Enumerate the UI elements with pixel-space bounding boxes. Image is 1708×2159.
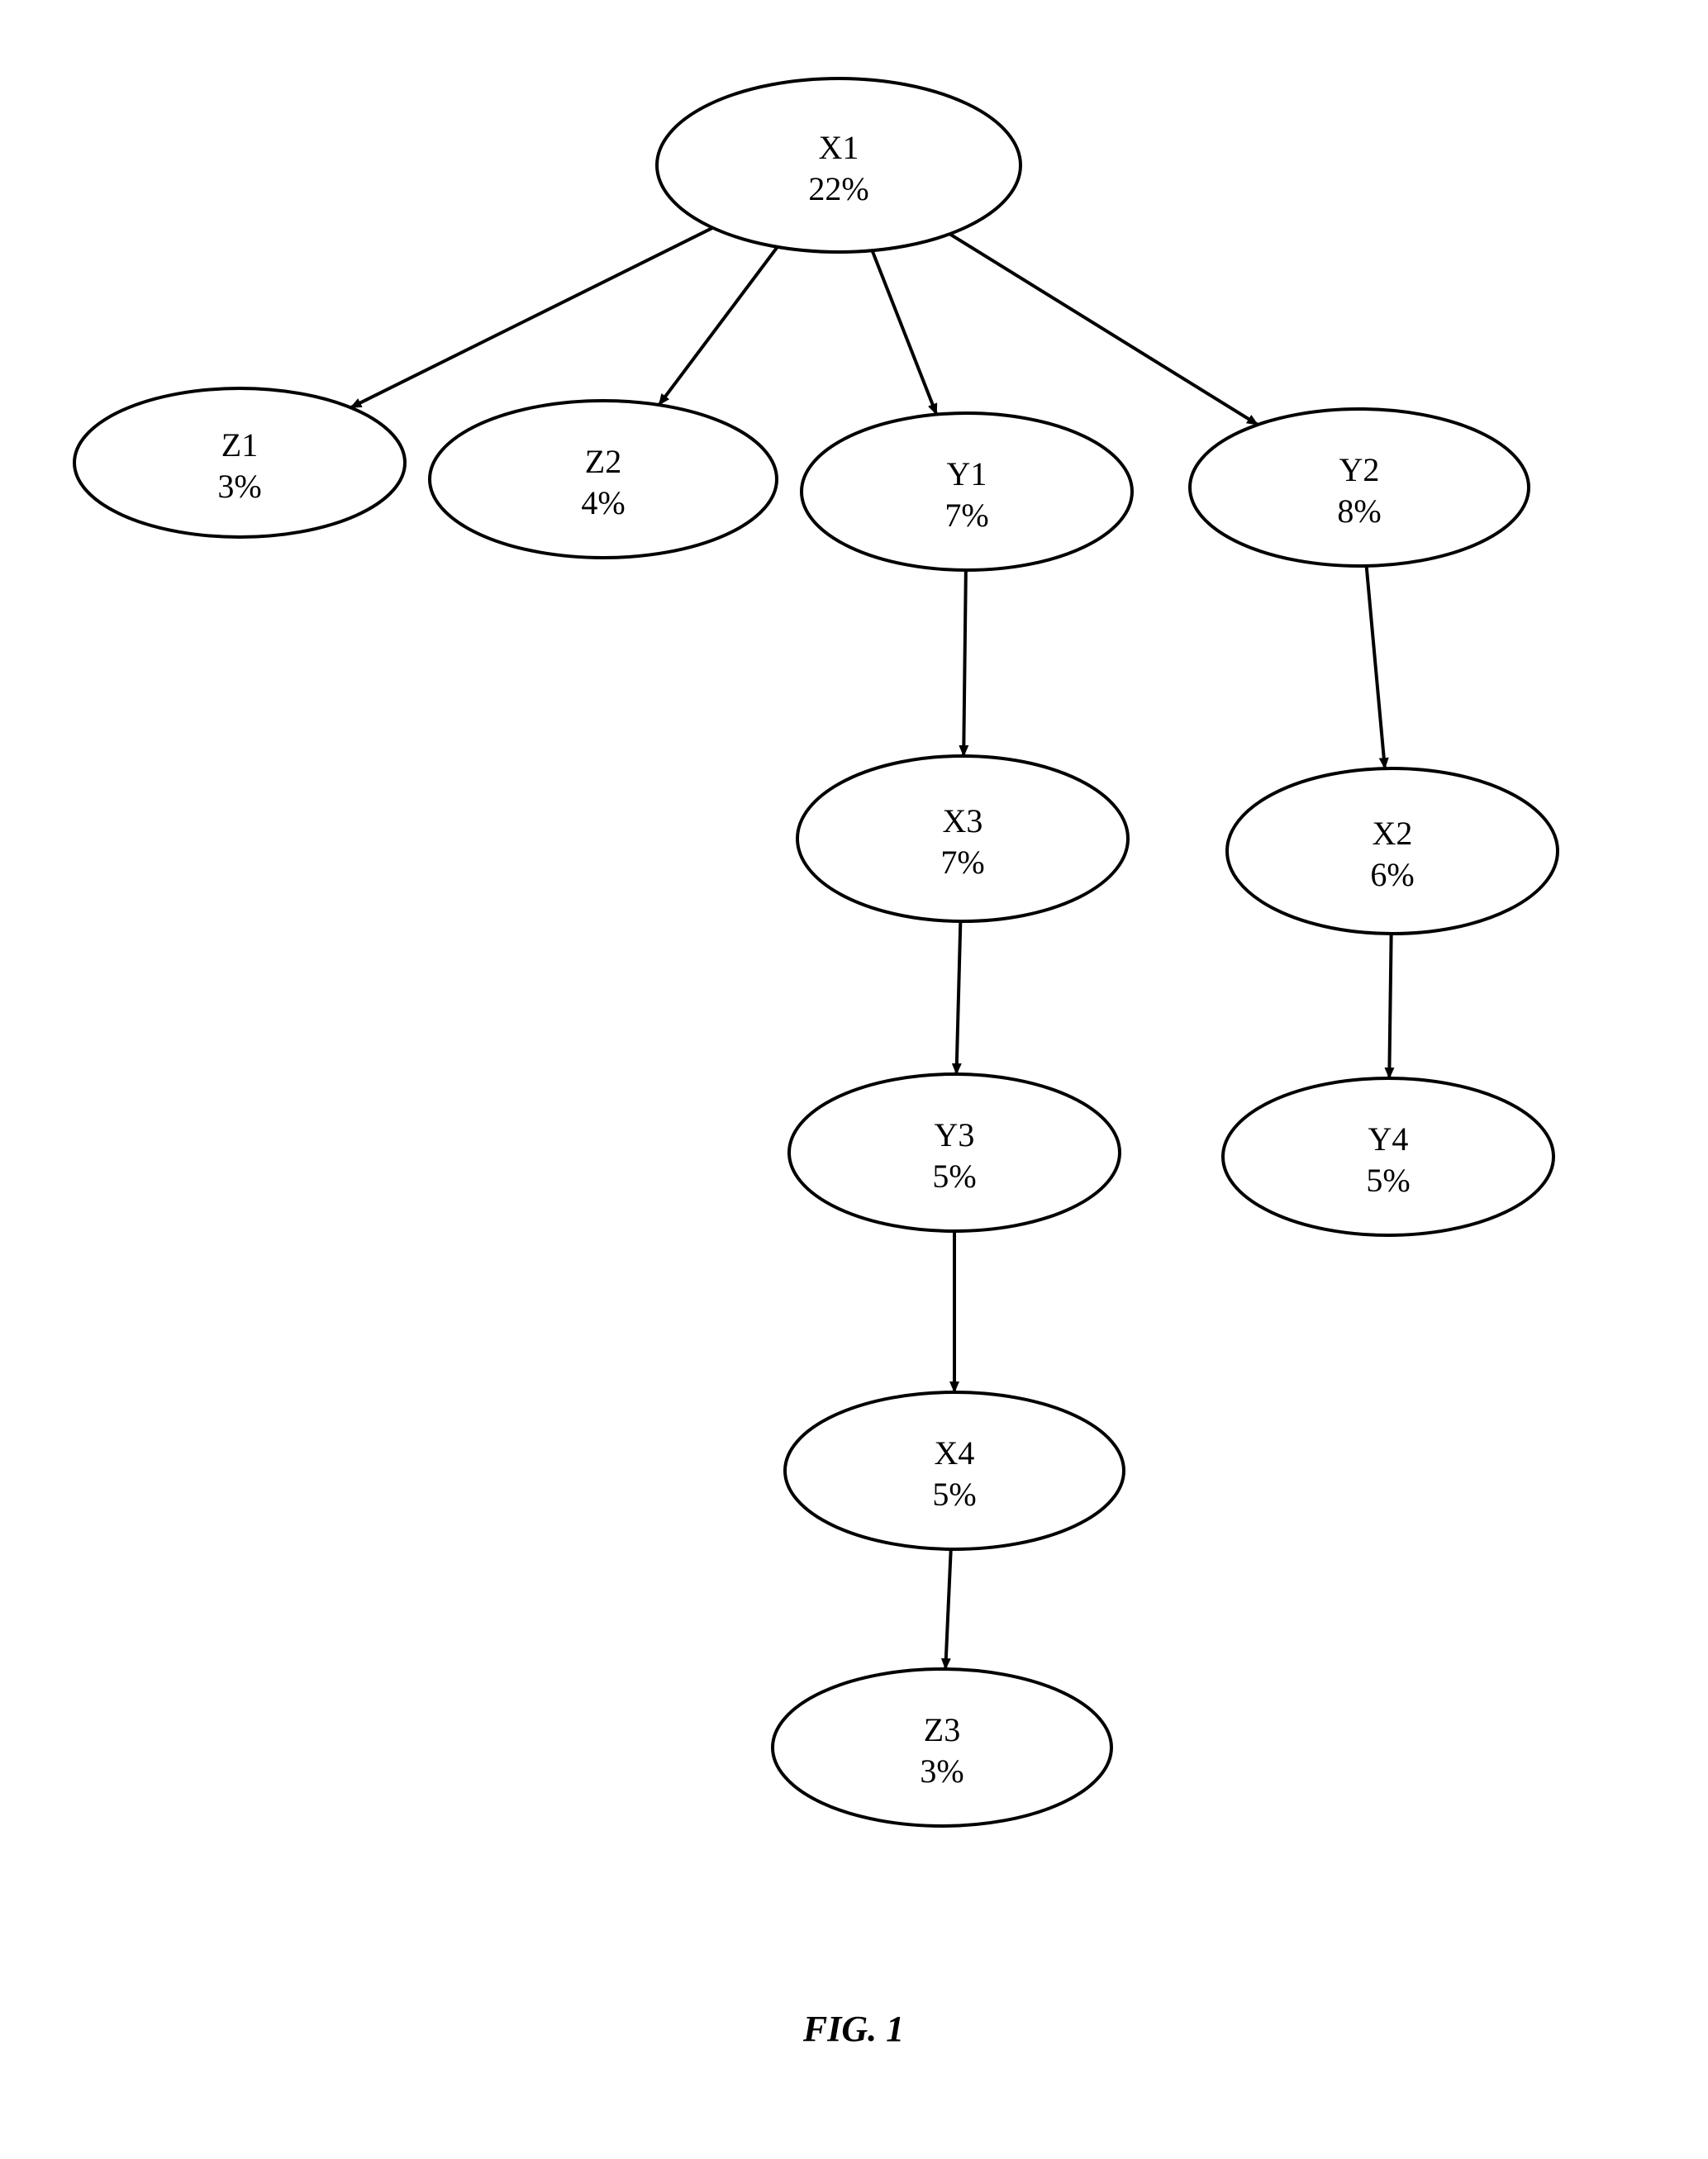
node-Y1: Y17% — [802, 413, 1132, 570]
node-value-label: 22% — [808, 170, 868, 207]
node-value-label: 3% — [920, 1752, 963, 1790]
edge-X3-Y3 — [956, 921, 960, 1074]
node-X2: X26% — [1227, 768, 1558, 934]
node-Y2: Y28% — [1190, 409, 1529, 566]
node-name-label: Y4 — [1368, 1120, 1409, 1158]
edge-X1-Z1 — [350, 228, 712, 408]
node-name-label: Z3 — [924, 1711, 960, 1748]
node-name-label: X4 — [935, 1434, 975, 1472]
node-name-label: Y1 — [947, 455, 987, 492]
node-Z1: Z13% — [74, 388, 405, 537]
nodes: X122%Z13%Z24%Y17%Y28%X37%X26%Y35%Y45%X45… — [74, 78, 1558, 1826]
node-Y3: Y35% — [789, 1074, 1120, 1231]
node-value-label: 7% — [944, 497, 988, 534]
node-name-label: Y2 — [1339, 451, 1380, 488]
edge-Y2-X2 — [1367, 566, 1385, 768]
edge-X2-Y4 — [1389, 934, 1391, 1078]
node-name-label: X3 — [943, 802, 983, 839]
node-Z3: Z33% — [773, 1669, 1111, 1826]
node-X3: X37% — [797, 756, 1128, 921]
node-Z2: Z24% — [430, 401, 777, 558]
edge-X1-Y1 — [872, 250, 936, 414]
tree-diagram: X122%Z13%Z24%Y17%Y28%X37%X26%Y35%Y45%X45… — [0, 0, 1708, 2159]
edge-X1-Z2 — [659, 247, 777, 405]
node-value-label: 5% — [1366, 1162, 1410, 1199]
edge-X4-Z3 — [945, 1549, 950, 1669]
node-value-label: 3% — [217, 468, 261, 505]
node-X4: X45% — [785, 1392, 1124, 1549]
node-value-label: 6% — [1370, 856, 1414, 893]
edge-X1-Y2 — [949, 234, 1258, 425]
node-name-label: Z2 — [585, 443, 621, 480]
node-name-label: Y3 — [935, 1116, 975, 1153]
node-value-label: 4% — [581, 484, 625, 521]
node-X1: X122% — [657, 78, 1021, 252]
node-name-label: Z1 — [221, 426, 258, 464]
node-value-label: 5% — [932, 1476, 976, 1513]
node-Y4: Y45% — [1223, 1078, 1553, 1235]
node-value-label: 5% — [932, 1158, 976, 1195]
node-value-label: 7% — [940, 844, 984, 881]
node-name-label: X2 — [1373, 815, 1413, 852]
figure-caption: FIG. 1 — [802, 2009, 904, 2049]
node-value-label: 8% — [1337, 492, 1381, 530]
node-name-label: X1 — [819, 129, 859, 166]
edge-Y1-X3 — [963, 570, 966, 756]
